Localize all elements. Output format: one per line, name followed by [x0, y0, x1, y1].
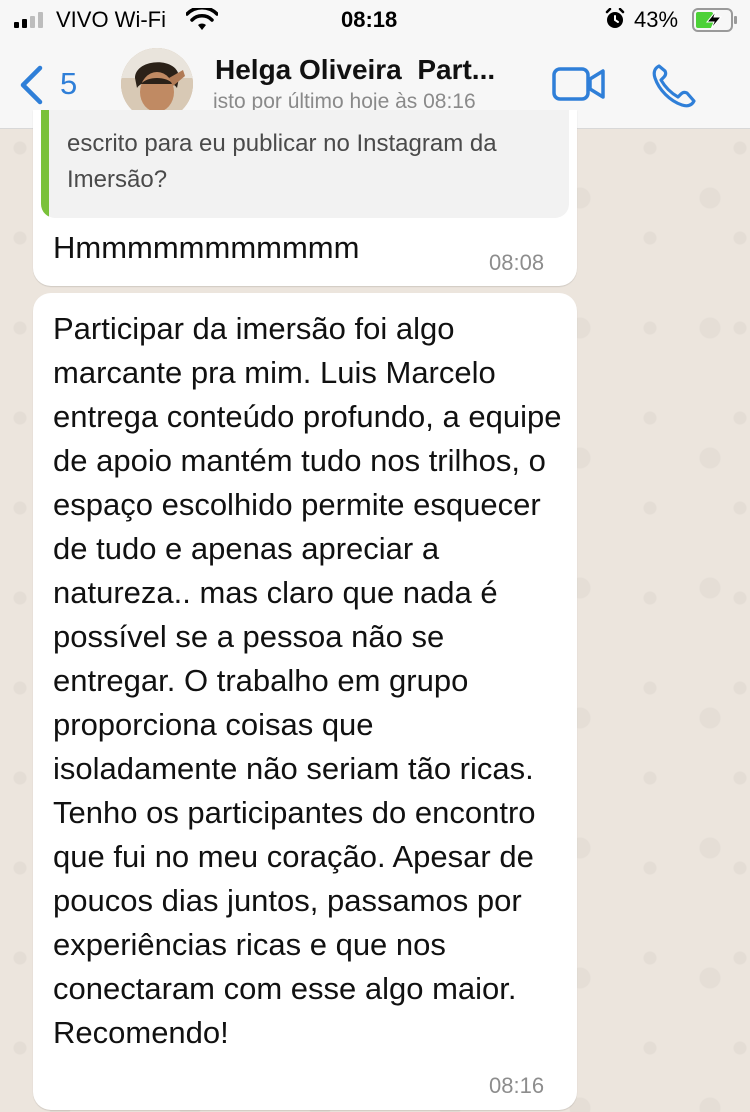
video-call-icon[interactable] [552, 66, 606, 102]
quoted-message-text: escrito para eu publicar no Instagram da… [67, 130, 497, 193]
message-bubble[interactable]: escrito para eu publicar no Instagram da… [33, 110, 577, 286]
carrier-name: VIVO Wi-Fi [56, 7, 166, 32]
battery-percentage: 43% [634, 7, 679, 32]
chevron-left-icon [20, 65, 43, 105]
contact-name[interactable]: Helga Oliveira Part... [215, 54, 540, 86]
quote-accent-bar [41, 110, 49, 218]
alarm-icon [605, 8, 625, 28]
status-bar: VIVO Wi-Fi 08:18 43% [0, 0, 750, 40]
wifi-icon [186, 8, 218, 30]
message-time: 08:16 [489, 1073, 545, 1098]
message-time: 08:08 [489, 250, 545, 275]
status-time: 08:18 [341, 7, 398, 32]
battery-charging-icon [692, 8, 737, 32]
back-button[interactable]: 5 [12, 62, 82, 108]
phone-call-icon[interactable] [650, 62, 698, 108]
message-text: Participar da imersão foi algo marcante … [53, 311, 571, 1050]
unread-count: 5 [60, 66, 78, 101]
message-text: Hmmmmmmmmmmm [53, 230, 360, 265]
message-bubble[interactable]: Participar da imersão foi algo marcante … [33, 293, 577, 1110]
signal-strength-icon [14, 12, 48, 28]
quoted-message[interactable]: escrito para eu publicar no Instagram da… [41, 110, 569, 218]
